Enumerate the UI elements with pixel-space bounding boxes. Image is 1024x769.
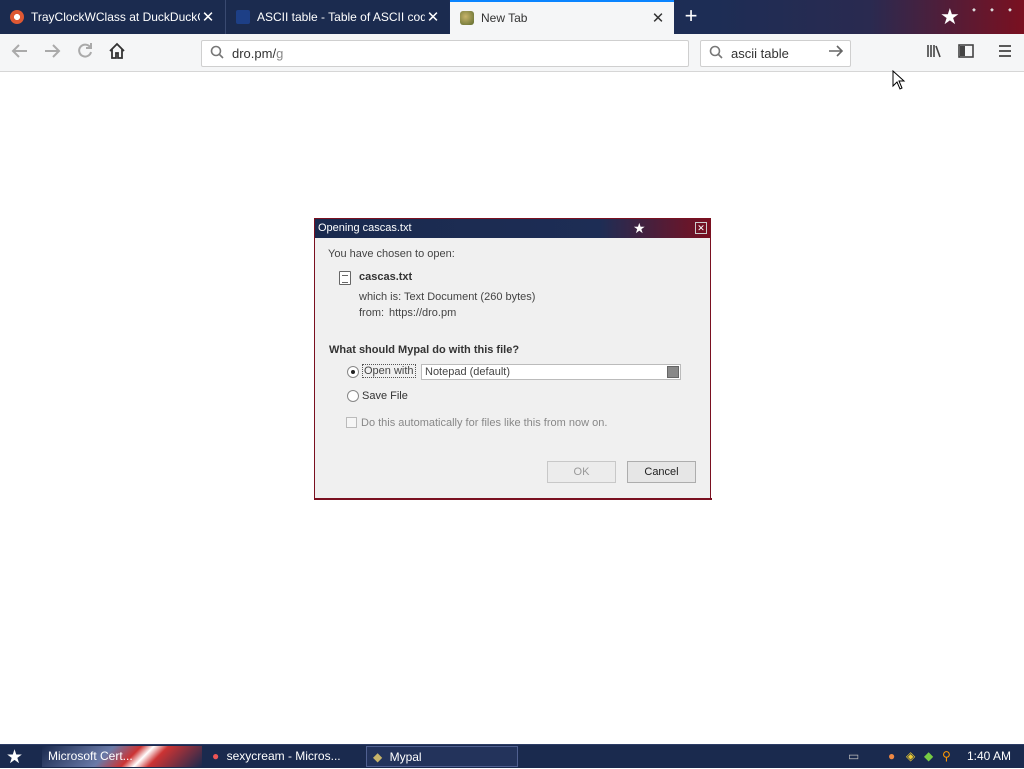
- close-tab-icon[interactable]: ✕: [425, 8, 441, 26]
- open-with-label[interactable]: Open with: [362, 364, 416, 378]
- search-input[interactable]: ascii table: [731, 46, 828, 61]
- search-tray-icon[interactable]: ⚲: [942, 749, 951, 763]
- dialog-close-button[interactable]: ✕: [695, 222, 707, 234]
- search-go-arrow-icon[interactable]: [828, 44, 844, 63]
- star-logo-icon: ★: [940, 4, 960, 29]
- back-arrow-icon: [11, 44, 27, 58]
- save-file-radio[interactable]: [347, 390, 359, 402]
- home-button[interactable]: [105, 41, 129, 65]
- search-bar[interactable]: ascii table: [700, 40, 851, 67]
- close-tab-icon[interactable]: ✕: [650, 9, 666, 27]
- from-label: from:: [359, 307, 385, 319]
- chosen-to-open-label: You have chosen to open:: [328, 248, 455, 260]
- dialog-title: Opening cascas.txt: [318, 222, 412, 234]
- tab-strip: TrayClockWClass at DuckDuckGo ✕ ASCII ta…: [0, 0, 1024, 34]
- which-is-label: which is:: [359, 291, 402, 303]
- taskbar-clock[interactable]: 1:40 AM: [967, 749, 1011, 763]
- text-file-icon: [339, 271, 351, 285]
- url-bar[interactable]: dro.pm/g: [201, 40, 689, 67]
- taskbar-item-sexycream[interactable]: ● sexycream - Micros...: [206, 746, 362, 767]
- open-with-app-select[interactable]: Notepad (default): [421, 364, 681, 380]
- dialog-bottom-border: [315, 498, 712, 500]
- duckduckgo-favicon-icon: [10, 10, 24, 24]
- tab-title: New Tab: [481, 11, 528, 25]
- app-select-dropdown-icon[interactable]: [667, 366, 679, 378]
- keyboard-icon[interactable]: ▭: [848, 749, 859, 763]
- taskbar: ★ Microsoft Cert... ● sexycream - Micros…: [0, 744, 1024, 768]
- maximize-icon[interactable]: ⬩: [990, 4, 994, 17]
- file-name: cascas.txt: [359, 271, 413, 283]
- taskbar-item-word[interactable]: Microsoft Cert...: [42, 746, 202, 767]
- opening-file-dialog: Opening cascas.txt ★ ✕ You have chosen t…: [314, 218, 712, 500]
- search-icon: [709, 45, 723, 62]
- tab-title: ASCII table - Table of ASCII codes: [257, 10, 425, 24]
- library-icon[interactable]: [923, 42, 945, 64]
- action-question: What should Mypal do with this file?: [329, 344, 520, 356]
- back-button[interactable]: [8, 41, 32, 65]
- navigation-bar: dro.pm/g ascii table: [0, 34, 1024, 90]
- ascii-favicon-icon: [236, 10, 250, 24]
- start-star-icon[interactable]: ★: [6, 746, 23, 769]
- mouse-cursor-icon: [892, 70, 906, 90]
- reload-button[interactable]: [73, 41, 97, 65]
- star-logo-icon: ★: [633, 220, 646, 236]
- mypal-app-icon: ◆: [373, 750, 383, 764]
- auto-action-label[interactable]: Do this automatically for files like thi…: [361, 417, 607, 429]
- open-with-app-value: Notepad (default): [425, 366, 510, 378]
- tab-ascii-table[interactable]: ASCII table - Table of ASCII codes ✕: [225, 0, 449, 34]
- file-type-value: Text Document (260 bytes): [404, 291, 536, 303]
- forward-button[interactable]: [40, 41, 64, 65]
- reload-icon: [78, 43, 92, 58]
- shield-icon[interactable]: ◈: [906, 749, 915, 763]
- new-tab-button[interactable]: +: [680, 5, 702, 29]
- menu-hamburger-icon[interactable]: [994, 42, 1016, 64]
- tray-app-icon[interactable]: ●: [888, 749, 895, 763]
- sidebar-toggle-icon[interactable]: [955, 42, 977, 64]
- tab-duckduckgo[interactable]: TrayClockWClass at DuckDuckGo ✕: [0, 0, 224, 34]
- auto-action-checkbox[interactable]: [346, 417, 357, 428]
- open-with-radio[interactable]: [347, 366, 359, 378]
- tab-title: TrayClockWClass at DuckDuckGo: [31, 10, 200, 24]
- search-icon: [210, 45, 224, 62]
- close-tab-icon[interactable]: ✕: [200, 8, 216, 26]
- dialog-titlebar: Opening cascas.txt ★ ✕: [315, 219, 710, 238]
- close-window-icon[interactable]: ⬩: [1008, 4, 1012, 17]
- newtab-favicon-icon: [460, 11, 474, 25]
- tab-new-tab[interactable]: New Tab ✕: [450, 0, 674, 34]
- app-icon: ●: [212, 749, 220, 763]
- cancel-button[interactable]: Cancel: [627, 461, 696, 483]
- taskbar-item-label: Microsoft Cert...: [48, 749, 133, 763]
- from-value: https://dro.pm: [389, 307, 457, 319]
- home-icon: [109, 42, 125, 59]
- url-autocomplete: g: [276, 46, 284, 61]
- taskbar-item-label: sexycream - Micros...: [226, 749, 341, 763]
- network-icon[interactable]: ◆: [924, 749, 933, 763]
- taskbar-item-label: Mypal: [389, 750, 422, 764]
- taskbar-item-mypal[interactable]: ◆ Mypal: [366, 746, 518, 767]
- url-text: dro.pm/: [232, 46, 277, 61]
- save-file-label[interactable]: Save File: [362, 390, 408, 402]
- ok-button[interactable]: OK: [547, 461, 616, 483]
- forward-arrow-icon: [45, 44, 61, 58]
- minimize-icon[interactable]: ⬩: [972, 4, 976, 17]
